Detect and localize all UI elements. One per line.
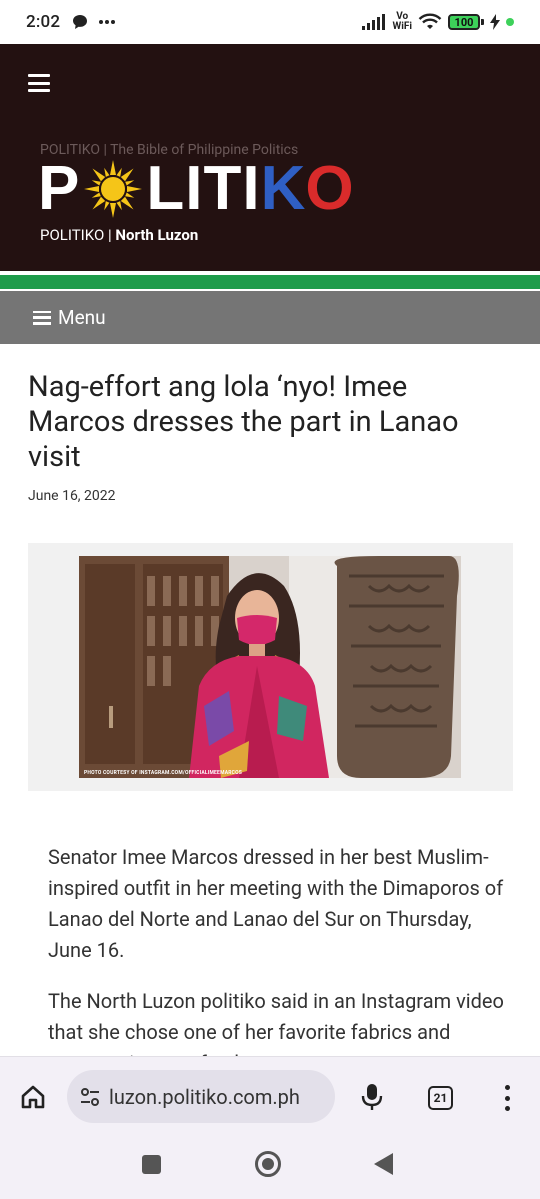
back-button[interactable] [374,1153,393,1175]
featured-image-frame: PHOTO COURTESY OF INSTAGRAM.COM/OFFICIAL… [28,543,513,791]
site-settings-icon[interactable] [79,1086,101,1108]
microphone-icon[interactable] [360,1083,384,1111]
status-time: 2:02 [26,12,61,32]
battery-indicator: 100 [448,14,484,30]
home-button[interactable] [255,1151,281,1177]
address-bar[interactable]: luzon.politiko.com.ph [67,1070,335,1123]
politiko-logo[interactable]: P LITI K O [38,158,354,220]
logo-letter-o: O [305,154,354,223]
article-title: Nag-effort ang lola ‘nyo! Imee Marcos dr… [28,370,459,474]
wifi-icon [418,13,442,29]
main-menu-button[interactable] [28,74,50,92]
status-bar: 2:02 Vo WiFi 100 [0,0,540,44]
url-text: luzon.politiko.com.ph [109,1084,300,1109]
logo-letters-liti: LITI [146,154,261,223]
chat-bubble-icon [73,15,88,29]
menu-button[interactable]: Menu [0,291,540,344]
logo-letter-p: P [38,154,81,223]
menu-icon [33,310,51,325]
featured-photo[interactable]: PHOTO COURTESY OF INSTAGRAM.COM/OFFICIAL… [79,556,461,778]
photo-illustration [79,556,461,778]
system-nav-bar [0,1136,540,1199]
logo-letter-k: K [260,154,306,223]
menu-label: Menu [58,306,106,329]
sun-icon [84,160,143,218]
privacy-dot-icon [506,18,514,26]
section-name[interactable]: North Luzon [115,226,198,244]
photo-caption: PHOTO COURTESY OF INSTAGRAM.COM/OFFICIAL… [84,770,243,776]
section-subline: POLITIKO | North Luzon [40,226,199,244]
site-header: POLITIKO | The Bible of Philippine Polit… [0,44,540,271]
home-icon[interactable] [20,1084,46,1110]
charging-bolt-icon [490,14,500,30]
browser-toolbar: luzon.politiko.com.ph 21 [0,1056,540,1136]
vowifi-indicator: Vo WiFi [392,11,412,32]
recent-apps-button[interactable] [142,1155,161,1174]
tab-switcher-button[interactable]: 21 [428,1086,453,1110]
header-divider-green [0,275,540,289]
more-notifications-icon [99,20,116,24]
article-paragraph: Senator Imee Marcos dressed in her best … [48,845,504,962]
more-options-icon[interactable] [503,1085,511,1111]
article-date: June 16, 2022 [28,488,116,504]
signal-icon [362,14,386,30]
